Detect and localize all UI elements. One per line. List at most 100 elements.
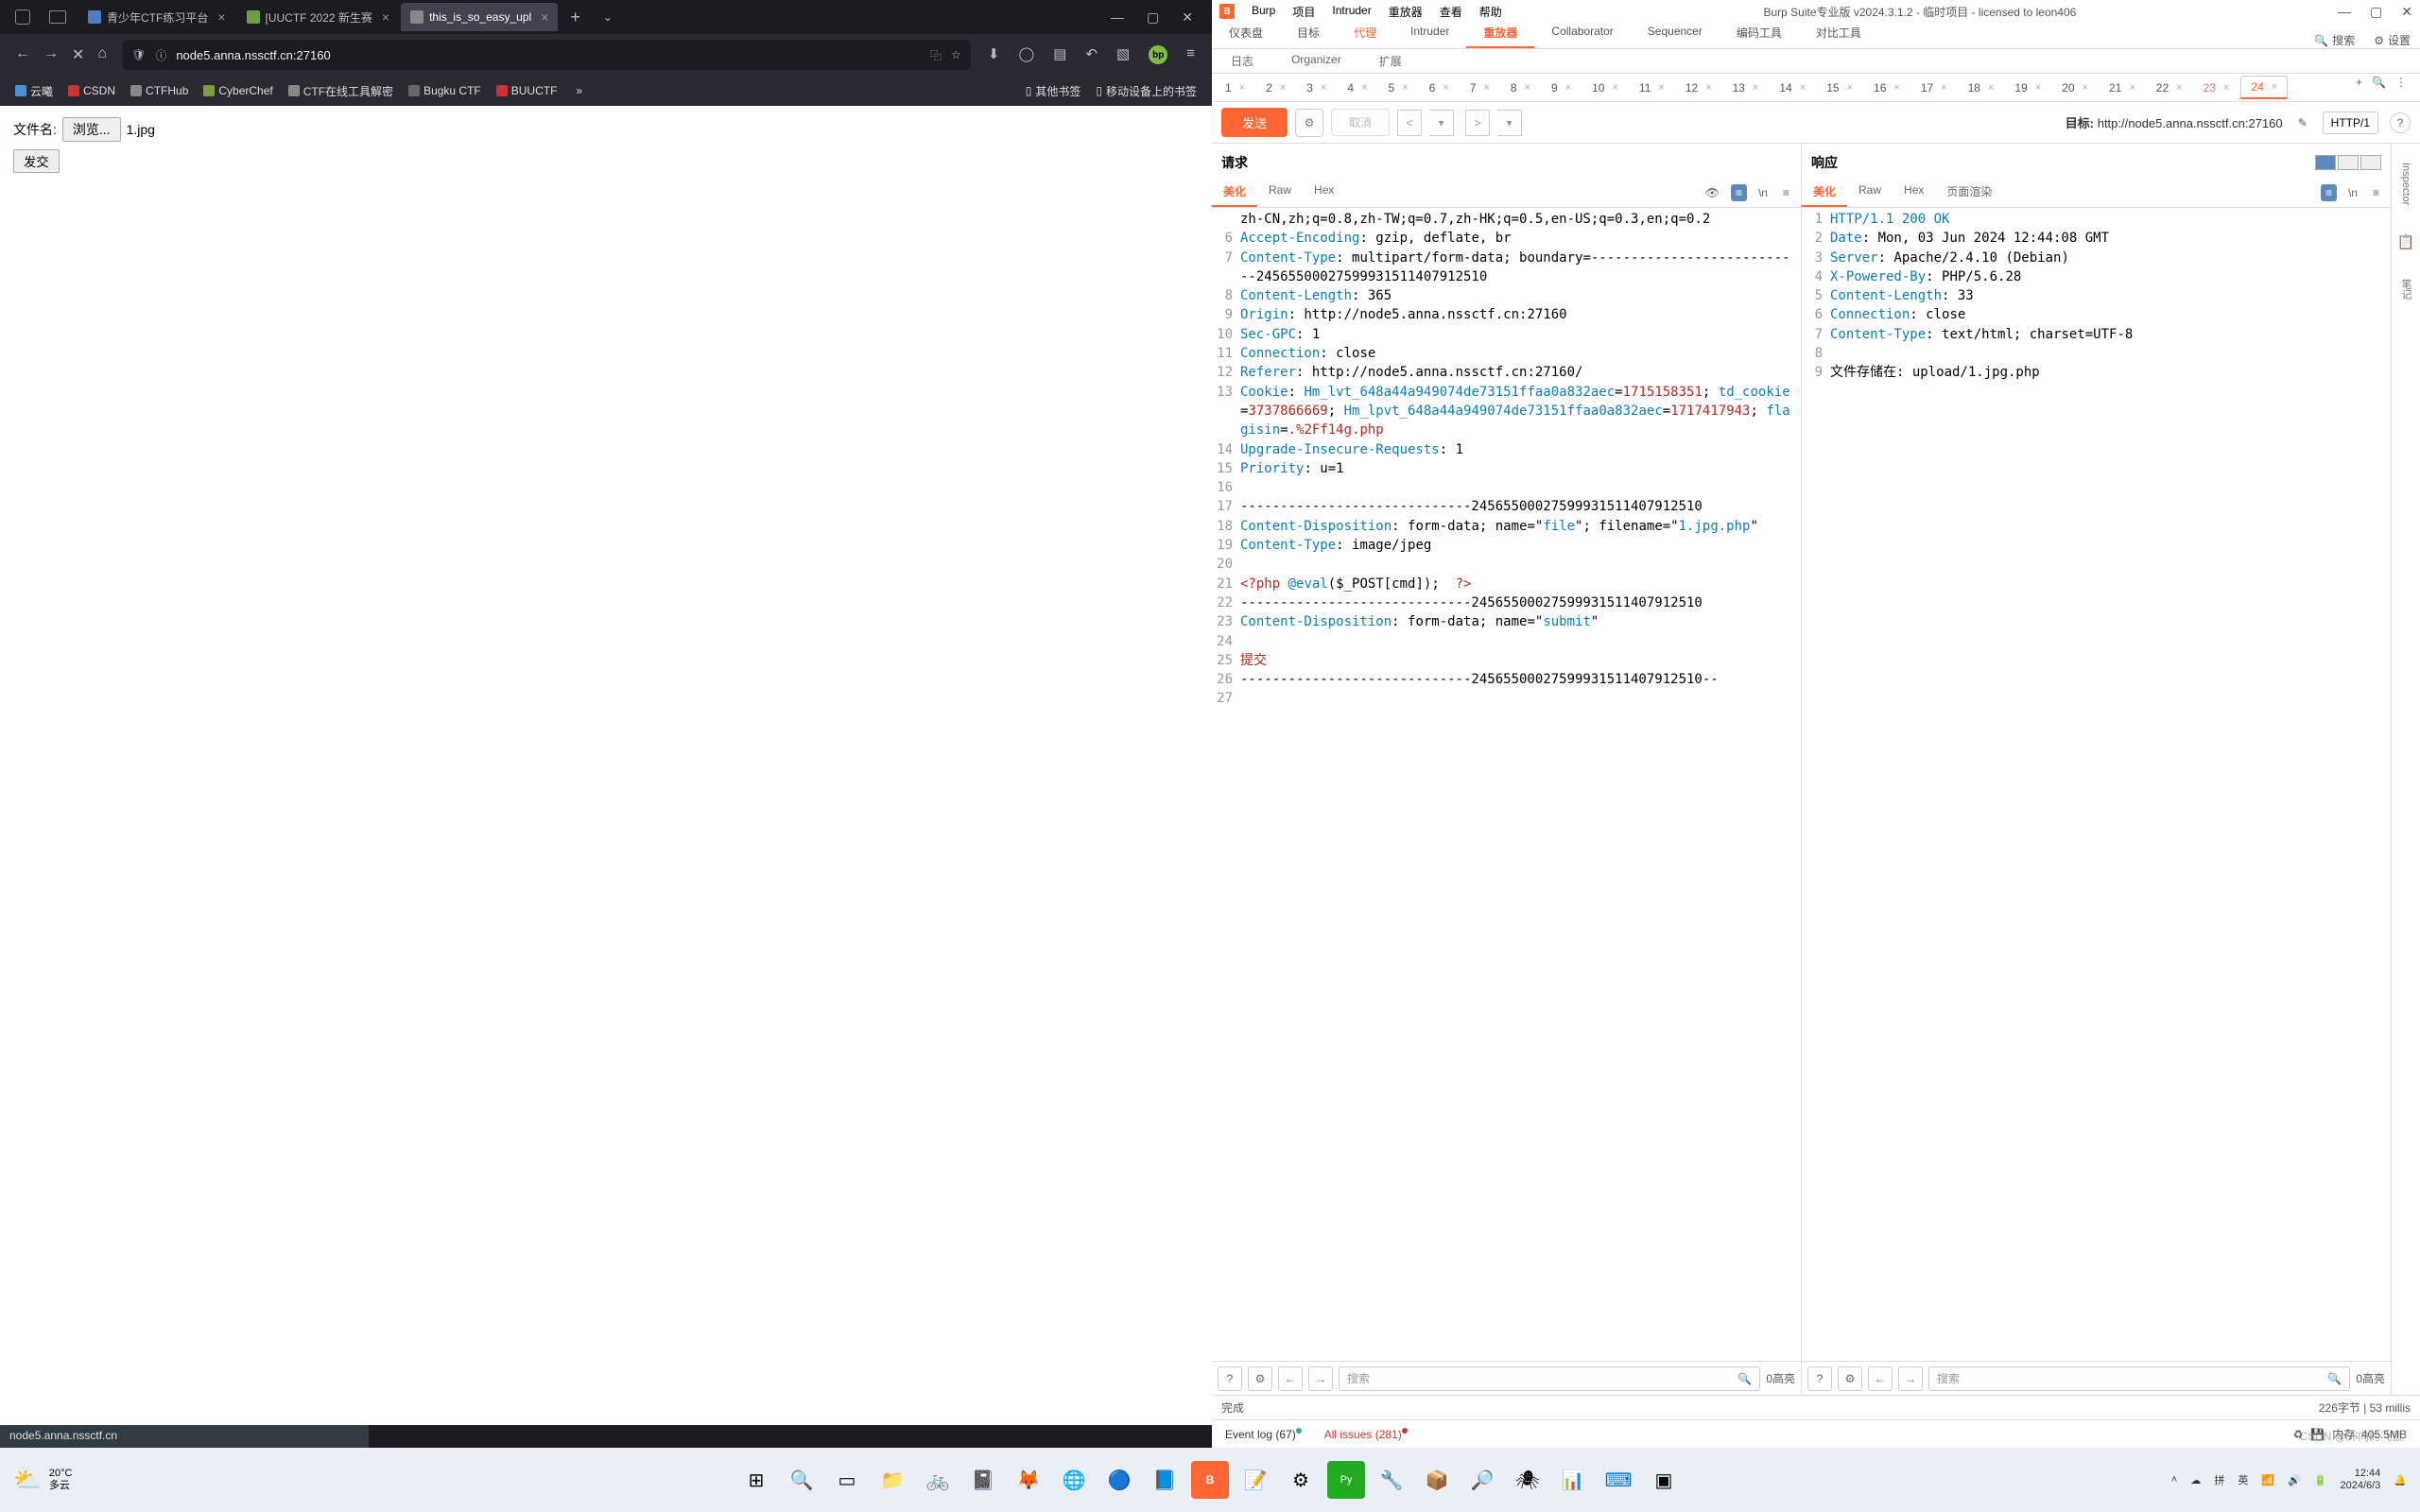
translate-icon[interactable]: ⿻ xyxy=(930,47,942,63)
sub-tab[interactable]: Organizer xyxy=(1272,48,1360,74)
repeater-tab[interactable]: 9× xyxy=(1542,76,1581,99)
address-bar[interactable]: 🛡 ⓘ ⿻ ☆ xyxy=(122,40,971,70)
repeater-tab[interactable]: 17× xyxy=(1911,76,1957,99)
menu-item[interactable]: 查看 xyxy=(1440,4,1462,20)
bookmark-item[interactable]: 云曦 xyxy=(8,81,60,101)
code-line[interactable]: Date: Mon, 03 Jun 2024 12:44:08 GMT xyxy=(1830,229,2391,248)
menu-item[interactable]: 重放器 xyxy=(1389,4,1423,20)
task-view-icon[interactable]: ▭ xyxy=(828,1461,866,1499)
repeater-tab[interactable]: 24× xyxy=(2240,76,2288,99)
main-tab[interactable]: Collaborator xyxy=(1534,19,1630,48)
help-icon[interactable]: ? xyxy=(1807,1366,1832,1391)
repeater-tab[interactable]: 4× xyxy=(1338,76,1376,99)
main-tab[interactable]: 目标 xyxy=(1280,19,1337,48)
editor-view-tab[interactable]: 美化 xyxy=(1802,178,1847,207)
close-tab-icon[interactable]: × xyxy=(1361,82,1367,94)
tab-menu-icon[interactable]: ⋮ xyxy=(2395,76,2407,99)
edge-icon[interactable]: 🔵 xyxy=(1100,1461,1138,1499)
bookmark-item[interactable]: CTFHub xyxy=(123,81,196,101)
undo-icon[interactable]: ↶ xyxy=(1085,45,1098,64)
repeater-tab[interactable]: 8× xyxy=(1501,76,1540,99)
main-tab[interactable]: 代理 xyxy=(1337,19,1393,48)
repeater-tab[interactable]: 1× xyxy=(1216,76,1254,99)
terminal-icon[interactable]: ▣ xyxy=(1645,1461,1683,1499)
app-icon[interactable]: 🕷 xyxy=(1509,1461,1547,1499)
close-tab-icon[interactable]: × xyxy=(1753,82,1758,94)
code-line[interactable]: Server: Apache/2.4.10 (Debian) xyxy=(1830,249,2391,267)
menu-item[interactable]: 项目 xyxy=(1292,4,1315,20)
account-icon[interactable]: ◯ xyxy=(1018,45,1034,64)
code-line[interactable] xyxy=(1240,632,1801,651)
explorer-icon[interactable]: 📁 xyxy=(873,1461,911,1499)
search-next-icon[interactable]: → xyxy=(1898,1366,1923,1391)
repeater-tab[interactable]: 11× xyxy=(1630,76,1674,99)
close-tab-icon[interactable]: × xyxy=(1483,82,1489,94)
notes-tab[interactable]: 笔记 xyxy=(2398,279,2413,300)
close-tab-icon[interactable]: × xyxy=(2272,81,2277,93)
clipboard-icon[interactable]: 📋 xyxy=(2397,233,2415,250)
code-line[interactable]: 文件存储在: upload/1.jpg.php xyxy=(1830,363,2391,382)
app-icon[interactable]: 📦 xyxy=(1418,1461,1456,1499)
code-line[interactable]: Origin: http://node5.anna.nssctf.cn:2716… xyxy=(1240,305,1801,324)
mobile-bookmarks-folder[interactable]: ▯移动设备上的书签 xyxy=(1088,81,1204,101)
help-icon[interactable]: ? xyxy=(2390,112,2411,133)
vscode-icon[interactable]: ⌨ xyxy=(1599,1461,1637,1499)
menu-item[interactable]: Burp xyxy=(1252,4,1275,20)
cancel-button[interactable]: 取消 xyxy=(1331,109,1390,136)
show-non-printable-icon[interactable]: 👁 xyxy=(1702,184,1723,201)
bookmark-item[interactable]: CSDN xyxy=(60,81,123,101)
repeater-tab[interactable]: 20× xyxy=(2052,76,2098,99)
search-settings-icon[interactable]: ⚙ xyxy=(1838,1366,1862,1391)
start-button[interactable]: ⊞ xyxy=(737,1461,775,1499)
url-input[interactable] xyxy=(176,48,921,62)
clock[interactable]: 12:442024/6/3 xyxy=(2340,1468,2380,1492)
repeater-tab[interactable]: 10× xyxy=(1582,76,1628,99)
browser-tab[interactable]: 青少年CTF练习平台× xyxy=(78,3,235,31)
ime-icon[interactable]: 拼 xyxy=(2214,1472,2224,1487)
all-issues-link[interactable]: All issues (281) xyxy=(1324,1428,1408,1441)
burp-taskbar-icon[interactable]: B xyxy=(1191,1461,1229,1499)
code-line[interactable]: X-Powered-By: PHP/5.6.28 xyxy=(1830,267,2391,286)
home-button[interactable]: ⌂ xyxy=(97,45,107,64)
back-button[interactable]: ← xyxy=(15,45,30,64)
code-line[interactable]: Priority: u=1 xyxy=(1240,459,1801,478)
search-settings-icon[interactable]: ⚙ xyxy=(1248,1366,1272,1391)
extension-icon[interactable]: ▧ xyxy=(1116,45,1130,64)
bookmark-item[interactable]: BUUCTF xyxy=(489,81,565,101)
code-line[interactable] xyxy=(1830,344,2391,363)
request-editor[interactable]: zh-CN,zh;q=0.8,zh-TW;q=0.7,zh-HK;q=0.5,e… xyxy=(1212,208,1801,1361)
main-tab[interactable]: 重放器 xyxy=(1466,19,1534,48)
close-tab-icon[interactable]: × xyxy=(1893,82,1899,94)
close-tab-icon[interactable]: × xyxy=(541,9,548,25)
sub-tab[interactable]: 扩展 xyxy=(1360,48,1421,74)
close-tab-icon[interactable]: × xyxy=(1941,82,1946,94)
repeater-tab[interactable]: 14× xyxy=(1770,76,1815,99)
search-input[interactable]: 搜索🔍 xyxy=(1339,1366,1760,1391)
close-tab-icon[interactable]: × xyxy=(1402,82,1408,94)
browse-button[interactable]: 浏览... xyxy=(62,117,121,142)
other-bookmarks-folder[interactable]: ▯其他书签 xyxy=(1018,81,1089,101)
history-back-menu-icon[interactable]: ▾ xyxy=(1429,110,1454,136)
add-tab-icon[interactable]: + xyxy=(2356,76,2362,99)
close-tab-icon[interactable]: × xyxy=(1321,82,1326,94)
language-icon[interactable]: 英 xyxy=(2238,1472,2248,1487)
tab-list-chevron-icon[interactable]: ⌄ xyxy=(592,10,624,24)
bookmark-item[interactable]: CyberChef xyxy=(196,81,280,101)
menu-item[interactable]: Intruder xyxy=(1332,4,1371,20)
minimize-button[interactable]: — xyxy=(2338,4,2351,20)
app-icon[interactable]: 🔎 xyxy=(1463,1461,1501,1499)
main-tab[interactable]: 编码工具 xyxy=(1720,19,1799,48)
close-tab-icon[interactable]: × xyxy=(1443,82,1448,94)
main-tab[interactable]: 对比工具 xyxy=(1799,19,1878,48)
app-icon[interactable]: 📓 xyxy=(964,1461,1002,1499)
close-tab-icon[interactable]: × xyxy=(1705,82,1711,94)
repeater-tab[interactable]: 23× xyxy=(2194,76,2239,99)
wrap-icon[interactable]: \n xyxy=(2344,184,2361,201)
inspector-tab[interactable]: Inspector xyxy=(2400,163,2411,205)
onedrive-icon[interactable]: ☁ xyxy=(2190,1474,2201,1486)
message-actions-icon[interactable]: ≡ xyxy=(2321,184,2337,201)
notification-icon[interactable]: 🔔 xyxy=(2394,1474,2407,1486)
repeater-tab[interactable]: 22× xyxy=(2147,76,2192,99)
repeater-tab[interactable]: 18× xyxy=(1959,76,2004,99)
burp-extension-icon[interactable]: bp xyxy=(1149,45,1167,64)
